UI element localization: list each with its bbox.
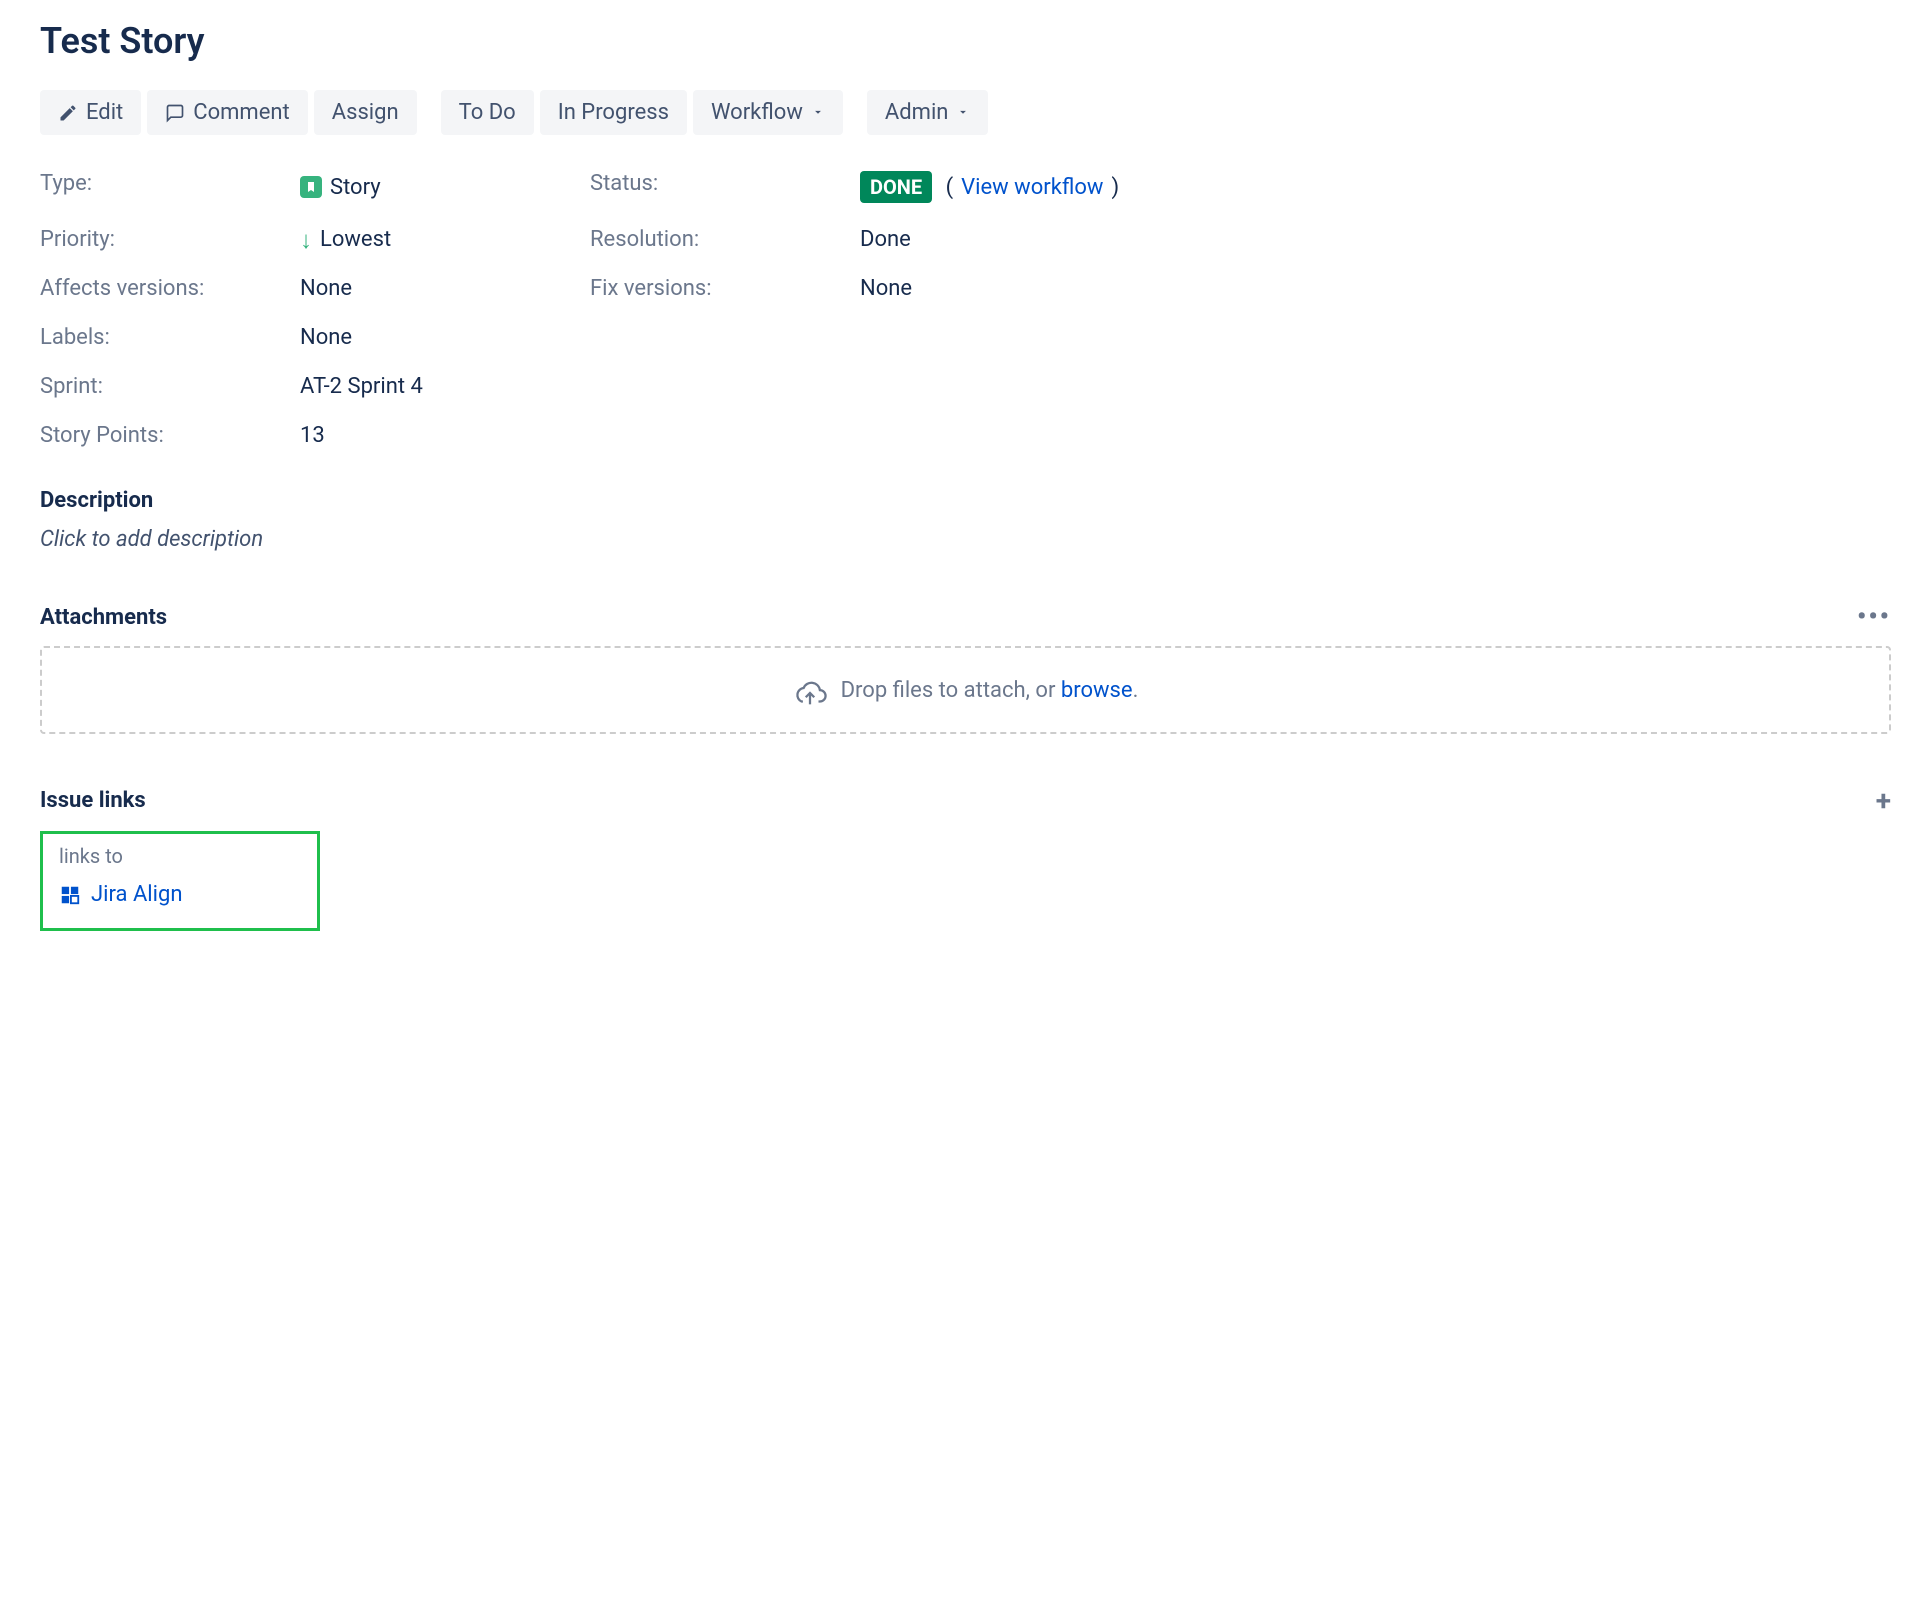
in-progress-button[interactable]: In Progress [540,90,687,135]
status-value: DONE ( View workflow) [860,171,1891,203]
chevron-down-icon [956,100,970,125]
edit-button[interactable]: Edit [40,90,141,135]
status-label: Status: [590,171,860,203]
sprint-label: Sprint: [40,374,300,399]
admin-button[interactable]: Admin [867,90,989,135]
view-workflow-paren-close: ) [1111,175,1119,200]
type-value: Story [300,171,590,203]
view-workflow-paren: ( [940,175,953,200]
links-to-box: links to Jira Align [40,831,320,931]
cloud-upload-icon [793,676,827,704]
jira-align-text: Jira Align [91,882,183,907]
admin-label: Admin [885,100,949,125]
browse-link[interactable]: browse [1061,678,1133,703]
type-text: Story [330,175,381,200]
toolbar: Edit Comment Assign To Do In Progress Wo… [40,90,1891,135]
arrow-down-icon: ↓ [300,228,312,252]
page-title: Test Story [40,20,1891,62]
attachments-dropzone[interactable]: Drop files to attach, or browse. [40,646,1891,734]
more-icon[interactable]: ••• [1857,602,1891,632]
todo-label: To Do [459,100,516,125]
story-points-label: Story Points: [40,423,300,448]
comment-icon [165,103,185,123]
workflow-label: Workflow [711,100,803,125]
workflow-button[interactable]: Workflow [693,90,843,135]
status-badge: DONE [860,171,932,203]
dropzone-dot: . [1133,678,1139,703]
pencil-icon [58,103,78,123]
priority-value: ↓ Lowest [300,227,590,252]
story-icon [300,176,322,198]
story-points-value: 13 [300,423,590,448]
issue-links-section: Issue links + links to Jira Align [40,784,1891,931]
resolution-value: Done [860,227,1891,252]
attachments-section: Attachments ••• Drop files to attach, or… [40,602,1891,734]
assign-button[interactable]: Assign [314,90,417,135]
type-label: Type: [40,171,300,203]
fields-grid: Type: Story Status: DONE ( View workflow)… [40,171,1891,448]
resolution-label: Resolution: [590,227,860,252]
description-section: Description Click to add description [40,488,1891,552]
issue-links-header: Issue links [40,788,146,813]
comment-button[interactable]: Comment [147,90,307,135]
attachments-header: Attachments [40,605,167,630]
view-workflow-link[interactable]: View workflow [961,175,1103,200]
affects-versions-value: None [300,276,590,301]
fix-versions-label: Fix versions: [590,276,860,301]
jira-align-icon [59,884,81,906]
jira-align-link[interactable]: Jira Align [59,882,183,907]
sprint-value: AT-2 Sprint 4 [300,374,590,399]
chevron-down-icon [811,100,825,125]
plus-icon[interactable]: + [1876,784,1891,817]
fix-versions-value: None [860,276,1891,301]
comment-label: Comment [193,100,289,125]
priority-text: Lowest [320,227,391,252]
edit-label: Edit [86,100,123,125]
links-to-label: links to [59,844,301,868]
dropzone-text: Drop files to attach, or [841,678,1061,703]
description-header: Description [40,488,1891,513]
affects-versions-label: Affects versions: [40,276,300,301]
description-placeholder[interactable]: Click to add description [40,527,1891,552]
labels-value: None [300,325,590,350]
labels-label: Labels: [40,325,300,350]
in-progress-label: In Progress [558,100,669,125]
priority-label: Priority: [40,227,300,252]
todo-button[interactable]: To Do [441,90,534,135]
assign-label: Assign [332,100,399,125]
